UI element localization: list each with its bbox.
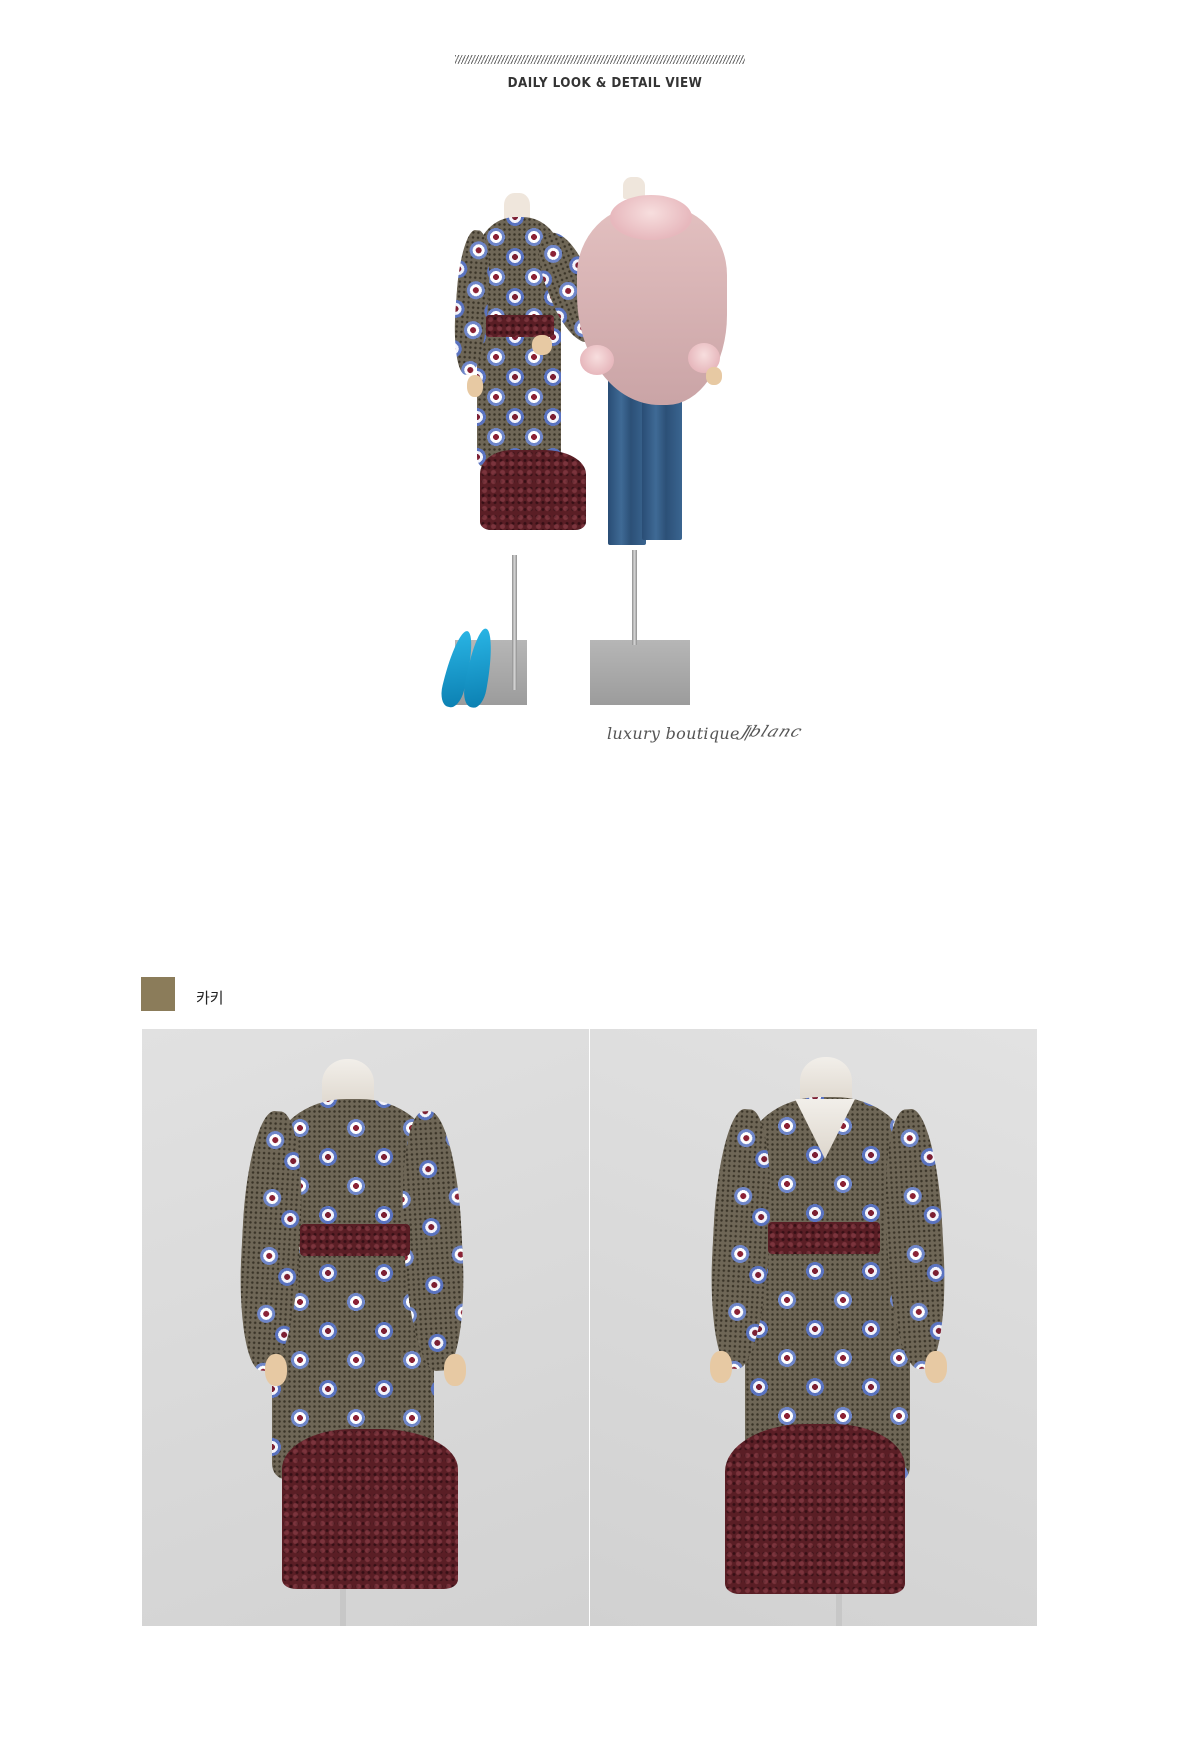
- header-decoration-lines: [455, 55, 745, 64]
- mannequin-hand: [710, 1351, 732, 1383]
- mannequin-hand: [444, 1354, 466, 1386]
- dress-lace-hem: [725, 1424, 905, 1594]
- dress-waist-lace: [300, 1224, 410, 1256]
- dress-waist-lace: [768, 1222, 880, 1254]
- photo-caption: luxury boutique /: [607, 724, 751, 743]
- fur-collar: [610, 195, 692, 240]
- mannequin-hand: [706, 367, 722, 385]
- color-name: 카키: [196, 989, 224, 1007]
- mannequin-hand: [532, 335, 552, 355]
- dress-lace-hem: [480, 450, 586, 530]
- mannequin-stand-pole: [340, 1586, 346, 1626]
- daily-look-image: [430, 175, 850, 765]
- mannequin-stand-pole: [512, 555, 517, 690]
- mannequin-stand-base: [590, 640, 690, 705]
- mannequin-hand: [265, 1354, 287, 1386]
- brand-signature: Jblanc: [738, 723, 806, 741]
- mannequin-hand: [467, 375, 483, 397]
- dress-back-photo: [590, 1029, 1037, 1626]
- dress-front-photo: [142, 1029, 589, 1626]
- fur-cuff: [580, 345, 614, 375]
- dress-lace-hem: [282, 1429, 458, 1589]
- color-swatch: [141, 977, 175, 1011]
- mannequin-hand: [925, 1351, 947, 1383]
- dress-waist-lace: [486, 315, 554, 337]
- section-title: DAILY LOOK & DETAIL VIEW: [507, 76, 703, 91]
- mannequin-stand-pole: [632, 550, 637, 645]
